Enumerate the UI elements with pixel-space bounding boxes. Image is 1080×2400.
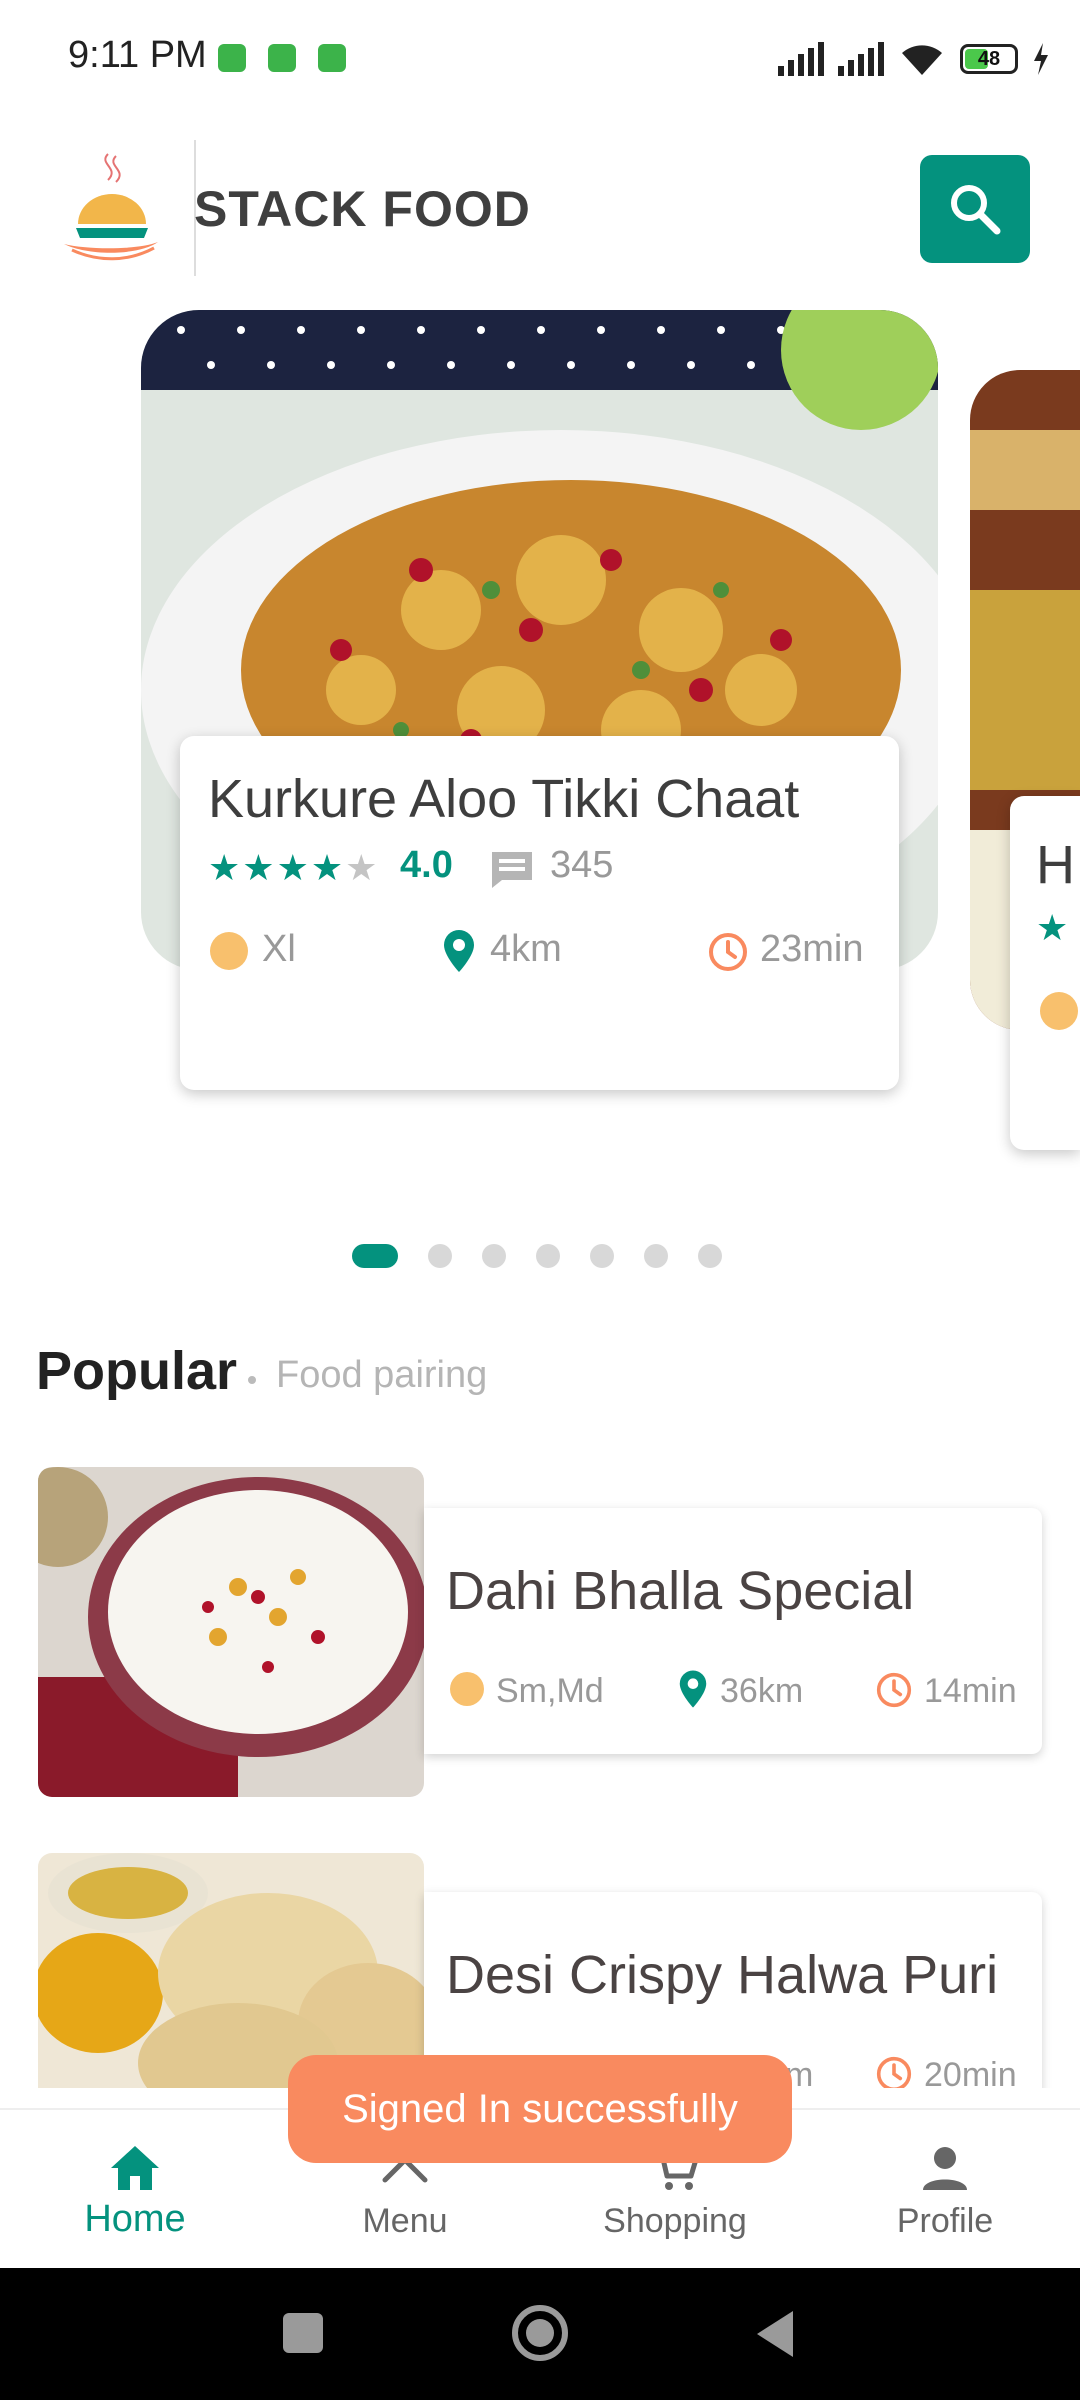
food-distance: 4km [490, 928, 562, 970]
section-title: Popular [36, 1341, 238, 1401]
separator-dot [248, 1376, 256, 1384]
clock-icon [876, 1672, 912, 1708]
pager-dot[interactable] [352, 1244, 398, 1268]
logo-icon [64, 153, 158, 261]
pager-dot[interactable] [644, 1244, 668, 1268]
size-icon [450, 1672, 484, 1706]
food-title: Kurkure Aloo Tikki Chaat [208, 769, 800, 829]
food-photo [38, 1853, 424, 2088]
search-button[interactable] [920, 155, 1030, 263]
clock-icon [709, 933, 747, 971]
charging-icon [1034, 43, 1048, 75]
star-icon: ★ [310, 847, 344, 888]
wifi-icon [902, 45, 942, 75]
section-subtitle: Food pairing [276, 1354, 488, 1396]
location-pin-icon [679, 1670, 707, 1708]
battery-level: 48 [977, 48, 1001, 70]
food-title: Dahi Bhalla Special [446, 1561, 915, 1621]
nav-label: Shopping [603, 2202, 747, 2240]
signal-icon [778, 42, 824, 76]
status-bar: 9:11 PM 48 [0, 0, 1080, 118]
star-icon: ★ [1036, 907, 1069, 948]
carousel-card-info[interactable]: H ★ [1010, 796, 1080, 1150]
nav-label: Home [84, 2198, 186, 2240]
pager-dot[interactable] [536, 1244, 560, 1268]
star-icon: ★ [276, 847, 309, 888]
review-count: 345 [550, 844, 614, 886]
nav-home[interactable]: Home [0, 2110, 270, 2270]
food-distance: 36km [720, 1672, 804, 1710]
food-title: Desi Crispy Halwa Puri [446, 1945, 999, 2005]
carousel-card-info[interactable]: Kurkure Aloo Tikki Chaat ★ ★ ★ ★ ★ 4.0 3… [180, 736, 899, 1090]
star-icon: ★ [242, 847, 275, 888]
system-navigation-bar [0, 2268, 1080, 2400]
popular-food-image[interactable] [38, 1853, 424, 2088]
nav-profile[interactable]: Profile [810, 2110, 1080, 2270]
food-time: 14min [924, 1672, 1017, 1710]
battery-icon: 48 [960, 44, 1018, 74]
pager-dot[interactable] [428, 1244, 452, 1268]
search-icon [951, 185, 1001, 235]
home-system-button[interactable] [512, 2305, 568, 2361]
location-pin-icon [444, 930, 474, 972]
food-title: H [1036, 835, 1075, 895]
toast-message: Signed In successfully [288, 2055, 792, 2163]
android-icon [318, 44, 346, 72]
signal-icon [838, 42, 884, 76]
back-button[interactable] [755, 2309, 795, 2359]
recents-button[interactable] [283, 2313, 323, 2353]
nav-label: Profile [896, 2202, 994, 2240]
clock-icon [876, 2056, 912, 2088]
rating-value: 4.0 [400, 844, 453, 886]
food-time: 23min [760, 928, 864, 970]
person-icon [923, 2147, 967, 2190]
star-icon: ★ [208, 847, 241, 888]
review-icon [492, 852, 532, 888]
pager-dot[interactable] [590, 1244, 614, 1268]
android-icon [268, 44, 296, 72]
rating-stars: ★ ★ ★ ★ ★ [208, 848, 377, 888]
carousel-pager [352, 1244, 722, 1268]
food-size: Xl [262, 928, 296, 970]
status-time: 9:11 PM [68, 34, 207, 76]
size-icon [210, 932, 248, 970]
pager-dot[interactable] [698, 1244, 722, 1268]
star-icon: ★ [345, 847, 378, 888]
home-icon [111, 2146, 159, 2190]
food-time: 20min [924, 2056, 1017, 2088]
popular-item-card[interactable]: Dahi Bhalla Special Sm,Md 36km 14min [424, 1508, 1042, 1754]
food-size: Sm,Md [496, 1672, 604, 1710]
popular-food-image[interactable] [38, 1467, 424, 1797]
whatsapp-icon [218, 44, 246, 72]
popular-item-clip: Desi Crispy Halwa Puri km 20min [0, 1840, 1080, 2088]
food-photo [38, 1467, 424, 1797]
size-icon [1040, 992, 1078, 1030]
nav-label: Menu [362, 2202, 448, 2240]
pager-dot[interactable] [482, 1244, 506, 1268]
app-logo-text: STACK FOOD [194, 181, 531, 237]
